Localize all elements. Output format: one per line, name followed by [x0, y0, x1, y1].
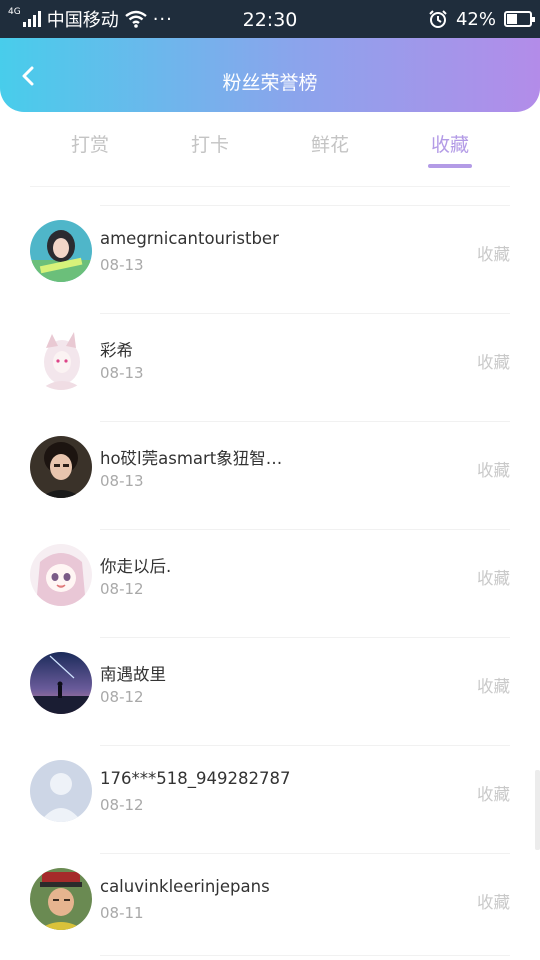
scrollbar[interactable] — [535, 770, 540, 850]
user-name: 彩希 — [100, 341, 133, 360]
favorite-label: 收藏 — [477, 245, 510, 264]
user-name: ho砹l莞asmart象狃智… — [100, 449, 283, 468]
divider — [100, 853, 510, 854]
page-header: 粉丝荣誉榜 — [0, 38, 540, 112]
favorite-label: 收藏 — [477, 893, 510, 912]
tab-reward[interactable]: 打赏 — [50, 130, 130, 157]
divider — [100, 745, 510, 746]
user-name: 176***518_949282787 — [100, 769, 291, 788]
divider — [100, 637, 510, 638]
date-label: 08-13 — [100, 364, 144, 382]
date-label: 08-12 — [100, 580, 144, 598]
avatar[interactable] — [30, 328, 92, 390]
divider — [100, 421, 510, 422]
list-item[interactable]: caluvinkleerinjepans 08-11 收藏 — [0, 844, 540, 952]
avatar[interactable] — [30, 868, 92, 930]
alarm-icon — [429, 10, 447, 28]
list-item[interactable]: ho砹l莞asmart象狃智… 08-13 收藏 — [0, 412, 540, 520]
avatar[interactable] — [30, 652, 92, 714]
favorite-label: 收藏 — [477, 677, 510, 696]
list-item[interactable]: 176***518_949282787 08-12 收藏 — [0, 736, 540, 844]
divider — [100, 955, 510, 956]
favorite-label: 收藏 — [477, 461, 510, 480]
fan-list: amegrnicantouristber 08-13 收藏 彩希 08-13 收… — [0, 196, 540, 952]
list-item[interactable]: 你走以后. 08-12 收藏 — [0, 520, 540, 628]
page-title: 粉丝荣誉榜 — [222, 72, 318, 94]
active-tab-indicator — [428, 164, 472, 168]
user-name: amegrnicantouristber — [100, 229, 279, 248]
list-item[interactable]: 南遇故里 08-12 收藏 — [0, 628, 540, 736]
tab-flowers[interactable]: 鲜花 — [290, 130, 370, 157]
avatar[interactable] — [30, 436, 92, 498]
divider — [100, 313, 510, 314]
status-bar: 4G 中国移动 ··· 22:30 42% — [0, 0, 540, 38]
date-label: 08-13 — [100, 472, 144, 490]
user-name: 你走以后. — [100, 557, 172, 576]
favorite-label: 收藏 — [477, 353, 510, 372]
divider — [100, 529, 510, 530]
tab-bar: 打赏 打卡 鲜花 收藏 — [0, 118, 540, 174]
favorite-label: 收藏 — [477, 785, 510, 804]
default-avatar-icon[interactable] — [30, 760, 92, 822]
tab-favorites[interactable]: 收藏 — [410, 130, 490, 168]
date-label: 08-11 — [100, 904, 144, 922]
tab-favorites-label: 收藏 — [430, 134, 469, 156]
avatar[interactable] — [30, 544, 92, 606]
status-right: 42% — [428, 6, 535, 32]
list-item[interactable]: 彩希 08-13 收藏 — [0, 304, 540, 412]
date-label: 08-13 — [100, 256, 144, 274]
divider — [100, 205, 510, 206]
user-name: 南遇故里 — [100, 665, 166, 684]
user-name: caluvinkleerinjepans — [100, 877, 270, 896]
avatar[interactable] — [30, 220, 92, 282]
favorite-label: 收藏 — [477, 569, 510, 588]
battery-percent: 42% — [455, 8, 496, 30]
divider — [30, 186, 510, 187]
battery-icon — [504, 11, 535, 27]
tab-checkin[interactable]: 打卡 — [170, 130, 250, 157]
list-item[interactable]: amegrnicantouristber 08-13 收藏 — [0, 196, 540, 304]
date-label: 08-12 — [100, 796, 144, 814]
date-label: 08-12 — [100, 688, 144, 706]
